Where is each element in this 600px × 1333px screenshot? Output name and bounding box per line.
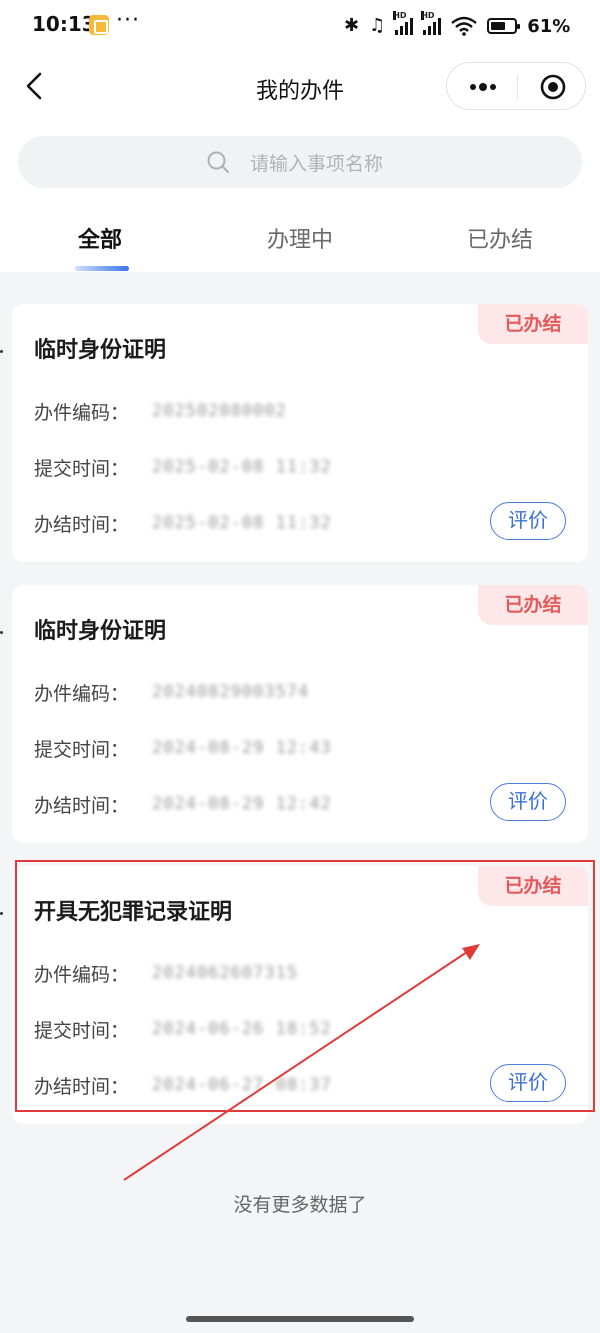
card-title: 开具无犯罪记录证明 [34,900,233,925]
rate-button[interactable]: 评价 [490,783,566,821]
bluetooth-icon: ✱ [344,15,360,36]
row-value: 2024-06-26 18:52 [152,1019,332,1039]
headset-icon: ♫ [369,15,386,36]
row-label: 办件编码： [34,963,130,986]
submit-time-row: 提交时间： 2024-08-29 12:43 [34,735,332,761]
mini-program-capsule [446,62,586,110]
card-title: 临时身份证明 [34,338,167,363]
row-label: 提交时间： [34,1019,130,1042]
case-card[interactable]: 已办结 临时身份证明 办件编码： 202502080002 提交时间： 2025… [12,304,588,562]
search-input[interactable]: 请输入事项名称 [18,136,582,188]
row-value: 20240829003574 [152,682,310,702]
row-label: 办结时间： [34,1075,130,1098]
status-badge: 已办结 [478,585,588,625]
row-value: 2024-08-29 12:43 [152,738,332,758]
row-value: 2024-06-27 08:37 [152,1075,332,1095]
more-button[interactable] [463,73,503,101]
tab-completed[interactable]: 已办结 [400,222,600,254]
status-bar: 10:13 ··· ✱ ♫ HD HD 61% [0,0,600,52]
case-code-row: 办件编码： 202502080002 [34,398,287,424]
row-label: 办结时间： [34,794,130,817]
status-time: 10:13 [32,12,96,36]
case-card[interactable]: 已办结 临时身份证明 办件编码： 20240829003574 提交时间： 20… [12,585,588,843]
no-more-data-text: 没有更多数据了 [233,1194,367,1216]
nav-bar: 我的办件 [0,52,600,126]
close-button[interactable] [533,73,573,101]
tab-all[interactable]: 全部 [0,222,200,254]
submit-time-row: 提交时间： 2024-06-26 18:52 [34,1016,332,1042]
battery-percent: 61% [527,15,571,37]
card-title: 临时身份证明 [34,619,167,644]
row-value: 2024-08-29 12:42 [152,794,332,814]
signal-icon-2: HD [421,11,442,35]
target-icon [540,74,566,100]
complete-time-row: 办结时间： 2024-08-29 12:42 [34,791,332,817]
row-value: 2025-02-08 11:32 [152,513,332,533]
battery-icon [487,18,521,34]
tab-in-progress[interactable]: 办理中 [200,222,400,254]
row-value: 2025-02-08 11:32 [152,457,332,477]
tab-active-indicator [75,266,129,271]
status-icons: ✱ ♫ HD HD 61% [344,11,571,38]
row-label: 提交时间： [34,457,130,480]
signal-icon-1: HD [393,11,414,35]
more-notifications-icon: ··· [116,8,140,33]
edge-dot [0,350,3,353]
row-label: 提交时间： [34,738,130,761]
edge-dot [0,912,3,915]
case-code-row: 办件编码： 20240829003574 [34,679,309,705]
row-value: 2024062607315 [152,963,299,983]
home-indicator[interactable] [186,1316,414,1322]
row-label: 办件编码： [34,401,130,424]
status-badge: 已办结 [478,304,588,344]
search-icon [207,151,229,173]
search-placeholder: 请输入事项名称 [250,153,384,175]
rate-button[interactable]: 评价 [490,502,566,540]
search-area: 请输入事项名称 [0,126,600,200]
row-value: 202502080002 [152,401,287,421]
row-label: 办件编码： [34,682,130,705]
row-label: 办结时间： [34,513,130,536]
capsule-divider [517,75,518,99]
submit-time-row: 提交时间： 2025-02-08 11:32 [34,454,332,480]
edge-dot [0,631,3,634]
complete-time-row: 办结时间： 2024-06-27 08:37 [34,1072,332,1098]
case-card[interactable]: 已办结 开具无犯罪记录证明 办件编码： 2024062607315 提交时间： … [12,866,588,1124]
wifi-icon [451,16,478,36]
app-notification-icon [89,15,109,35]
more-dots-icon [470,83,496,91]
complete-time-row: 办结时间： 2025-02-08 11:32 [34,510,332,536]
rate-button[interactable]: 评价 [490,1064,566,1102]
tab-bar: 全部 办理中 已办结 [0,200,600,272]
status-badge: 已办结 [478,866,588,906]
case-code-row: 办件编码： 2024062607315 [34,960,298,986]
